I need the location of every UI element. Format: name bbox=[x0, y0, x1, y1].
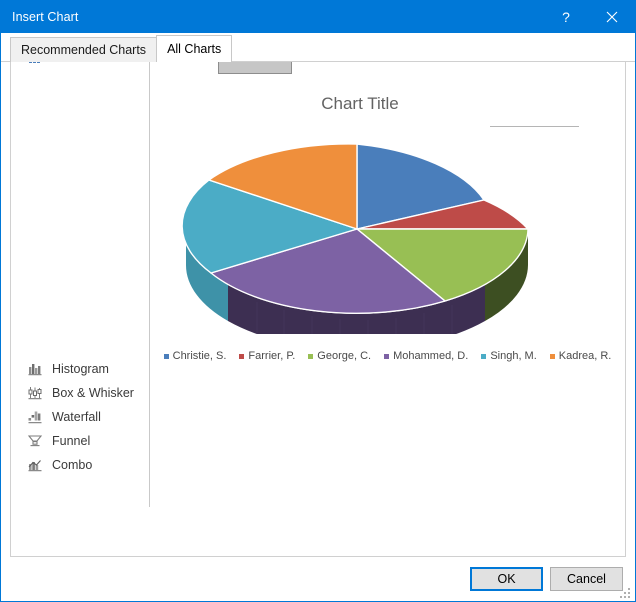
tab-strip: Recommended Charts All Charts bbox=[1, 33, 635, 62]
dialog-footer: OK Cancel bbox=[1, 557, 635, 601]
close-button[interactable] bbox=[589, 1, 635, 33]
chart-type-item-combo-label: Combo bbox=[52, 458, 93, 472]
chart-variant-thumbnail-selected[interactable] bbox=[218, 62, 292, 74]
legend-item-singh[interactable]: Singh, M. bbox=[481, 350, 537, 362]
cancel-button[interactable]: Cancel bbox=[550, 567, 623, 591]
waterfall-icon bbox=[27, 409, 43, 425]
ok-button[interactable]: OK bbox=[470, 567, 543, 591]
combo-icon bbox=[27, 457, 43, 473]
legend-item-mohammed[interactable]: Mohammed, D. bbox=[384, 350, 468, 362]
funnel-icon bbox=[27, 433, 43, 449]
chart-type-item-waterfall-label: Waterfall bbox=[52, 410, 101, 424]
insert-chart-dialog: Insert Chart ? Recommended Charts All Ch… bbox=[0, 0, 636, 602]
legend-label-kadrea: Kadrea, R. bbox=[558, 350, 612, 362]
help-icon: ? bbox=[562, 9, 570, 25]
chart-type-item-recent[interactable]: Recent bbox=[11, 62, 150, 69]
chart-type-item-histogram[interactable]: Histogram bbox=[11, 357, 150, 381]
chart-variant-strip bbox=[150, 62, 625, 75]
legend-item-kadrea[interactable]: Kadrea, R. bbox=[549, 350, 612, 362]
pie-chart-svg bbox=[181, 143, 530, 334]
box-whisker-icon bbox=[27, 385, 43, 401]
legend-label-singh: Singh, M. bbox=[490, 350, 537, 362]
legend-swatch-icon bbox=[163, 353, 169, 359]
legend-item-farrier[interactable]: Farrier, P. bbox=[239, 350, 295, 362]
chart-type-item-waterfall[interactable]: Waterfall bbox=[11, 405, 150, 429]
legend-label-farrier: Farrier, P. bbox=[248, 350, 296, 362]
close-icon bbox=[606, 11, 618, 23]
chart-type-item-histogram-label: Histogram bbox=[52, 362, 109, 376]
tab-recommended-charts[interactable]: Recommended Charts bbox=[10, 37, 158, 62]
chart-type-item-funnel-label: Funnel bbox=[52, 434, 91, 448]
legend-item-george[interactable]: George, C. bbox=[308, 350, 371, 362]
chart-type-item-box-whisker-label: Box & Whisker bbox=[52, 386, 134, 400]
chart-type-item-recent-label: Recent bbox=[52, 62, 92, 64]
legend-item-christie[interactable]: Christie, S. bbox=[163, 350, 227, 362]
chart-preview-pane: Chart Title Christie, S. Farrier, P. Geo… bbox=[150, 62, 625, 556]
pie-slices bbox=[181, 143, 530, 314]
chart-title[interactable]: Chart Title bbox=[190, 94, 530, 114]
window-title: Insert Chart bbox=[12, 10, 79, 24]
chart-type-item-combo[interactable]: Combo bbox=[11, 453, 150, 477]
tab-all-charts[interactable]: All Charts bbox=[156, 35, 233, 62]
legend-swatch-icon bbox=[239, 353, 245, 359]
legend-swatch-icon bbox=[308, 353, 314, 359]
ok-button-label: OK bbox=[497, 572, 516, 586]
legend-swatch-icon bbox=[549, 353, 555, 359]
legend-swatch-icon bbox=[384, 353, 390, 359]
histogram-icon bbox=[27, 361, 43, 377]
title-bar: Insert Chart ? bbox=[1, 1, 635, 33]
resize-grip[interactable] bbox=[620, 586, 632, 598]
tab-recommended-charts-label: Recommended Charts bbox=[21, 43, 147, 57]
legend-label-mohammed: Mohammed, D. bbox=[393, 350, 469, 362]
help-button[interactable]: ? bbox=[543, 1, 589, 33]
legend-swatch-icon bbox=[481, 353, 487, 359]
chart-legend: Christie, S. Farrier, P. George, C. Moha… bbox=[150, 350, 625, 362]
chart-type-item-box-whisker[interactable]: Box & Whisker bbox=[11, 381, 150, 405]
chart-title-wrap: Chart Title bbox=[190, 94, 530, 114]
chart-panel: Recent Histogram bbox=[10, 62, 626, 557]
legend-label-christie: Christie, S. bbox=[172, 350, 227, 362]
tab-all-charts-label: All Charts bbox=[167, 42, 222, 56]
chart-canvas: Chart Title Christie, S. Farrier, P. Geo… bbox=[150, 75, 625, 556]
cancel-button-label: Cancel bbox=[567, 572, 606, 586]
chart-type-item-recent-clipped[interactable]: Recent bbox=[11, 62, 150, 69]
pie-chart-3d[interactable] bbox=[172, 124, 542, 334]
legend-label-george: George, C. bbox=[317, 350, 372, 362]
chart-type-list: Recent Histogram bbox=[11, 62, 150, 556]
chart-type-item-funnel[interactable]: Funnel bbox=[11, 429, 150, 453]
recent-chart-icon bbox=[27, 62, 43, 65]
